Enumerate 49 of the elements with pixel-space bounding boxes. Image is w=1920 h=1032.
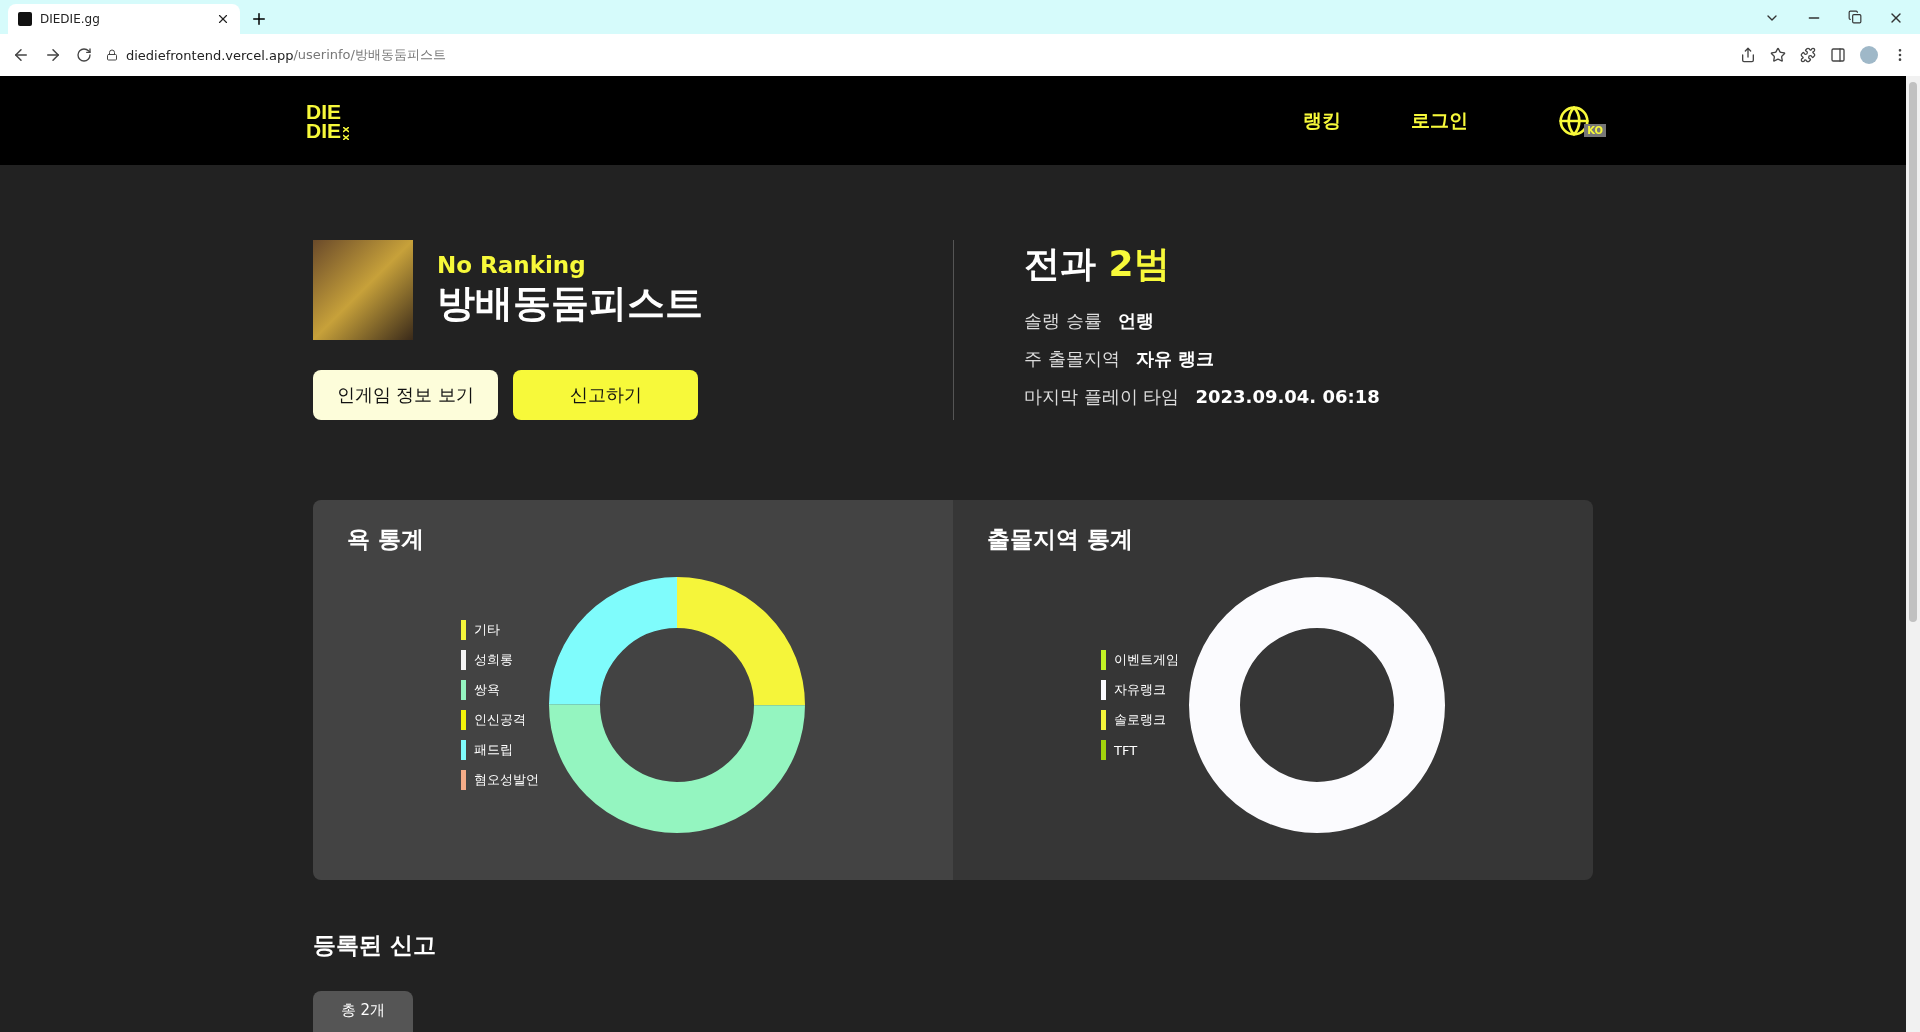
legend-label: 솔로랭크: [1114, 711, 1166, 729]
nav-link[interactable]: 로그인: [1411, 107, 1469, 134]
stat-label: 마지막 플레이 타임: [1024, 385, 1180, 409]
count-tab[interactable]: 총 2개: [313, 991, 413, 1032]
language-tag[interactable]: KO: [1584, 123, 1606, 137]
browser-tab[interactable]: DIEDIE.gg: [8, 4, 240, 34]
legend-label: 자유랭크: [1114, 681, 1166, 699]
stat-label: 솔랭 승률: [1024, 309, 1102, 333]
stat-value: 언랭: [1117, 309, 1154, 333]
stat-label: 주 출몰지역: [1024, 347, 1120, 371]
record-count: 2범: [1108, 243, 1170, 284]
legend-label: 성희롱: [474, 651, 513, 669]
section-title: 등록된 신고: [313, 931, 437, 960]
cross-marks-icon: [343, 126, 349, 140]
side-panel-icon[interactable]: [1830, 47, 1846, 63]
report-button[interactable]: 신고하기: [513, 370, 698, 420]
lock-icon: [106, 49, 118, 61]
info-button[interactable]: 인게임 정보 보기: [313, 370, 498, 420]
url-host: diediefrontend.vercel.app: [126, 47, 294, 63]
chart-title: 출몰지역 통계: [987, 525, 1134, 554]
record-label: 전과: [1024, 243, 1096, 284]
legend-label: 인신공격: [474, 711, 526, 729]
legend-label: 쌍욕: [474, 681, 500, 699]
restore-icon[interactable]: [1848, 10, 1862, 24]
star-icon[interactable]: [1770, 47, 1786, 63]
legend-label: 패드립: [474, 741, 513, 759]
extensions-icon[interactable]: [1800, 47, 1816, 63]
stat-value: 자유 랭크: [1135, 347, 1214, 371]
legend-label: TFT: [1114, 742, 1138, 758]
legend-label: 이벤트게임: [1114, 651, 1179, 669]
scrollbar-thumb[interactable]: [1909, 82, 1917, 622]
rank-text: No Ranking: [437, 251, 587, 278]
close-icon[interactable]: [216, 12, 230, 26]
logo[interactable]: DIE DIE: [306, 101, 349, 140]
tab-title: DIEDIE.gg: [40, 12, 101, 26]
back-icon[interactable]: [12, 46, 30, 64]
player-name: 방배동둠피스트: [437, 279, 703, 327]
nav-link[interactable]: 랭킹: [1303, 107, 1342, 134]
reload-icon[interactable]: [76, 47, 92, 63]
new-tab-icon[interactable]: [250, 10, 268, 28]
legend-label: 혐오성발언: [474, 771, 539, 789]
logo-text: DIE DIE: [306, 101, 341, 140]
url-path: /userinfo/방배동둠피스트: [293, 46, 446, 62]
legend-label: 기타: [474, 621, 500, 639]
stat-value: 2023.09.04. 06:18: [1195, 386, 1380, 407]
share-icon[interactable]: [1740, 47, 1756, 63]
chart-title: 욕 통계: [347, 525, 425, 554]
favicon-icon: [18, 12, 32, 26]
forward-icon[interactable]: [44, 46, 62, 64]
